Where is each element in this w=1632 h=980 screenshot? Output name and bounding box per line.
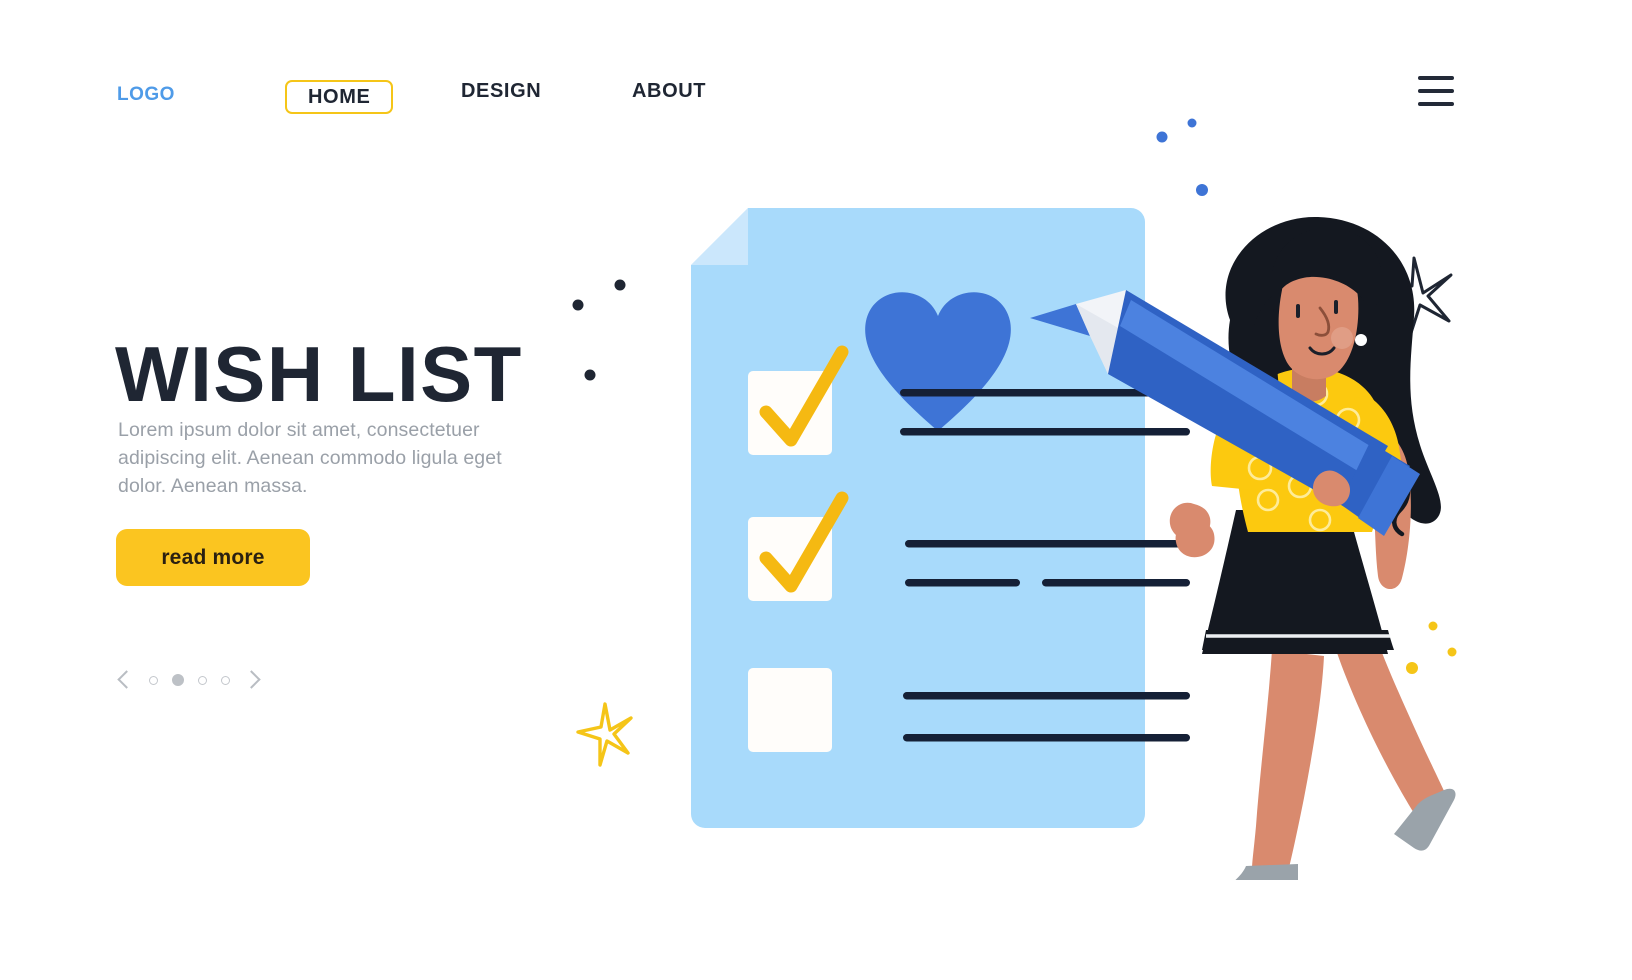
carousel-controls: [112, 662, 282, 698]
hand-left: [1169, 502, 1211, 541]
page-title: WISH LIST: [115, 330, 523, 419]
star-yellow-icon: [576, 702, 633, 767]
read-more-button[interactable]: read more: [116, 529, 310, 586]
nav-item-home[interactable]: HOME: [285, 80, 394, 114]
hero-description: Lorem ipsum dolor sit amet, consectetuer…: [118, 418, 502, 497]
carousel-dot[interactable]: [198, 675, 207, 685]
carousel-dot[interactable]: [221, 675, 230, 685]
carousel-dot-active[interactable]: [172, 674, 184, 686]
chevron-right-icon[interactable]: [241, 667, 267, 693]
woman-character: [1175, 216, 1456, 880]
chevron-left-icon[interactable]: [112, 667, 138, 693]
carousel-dots: [149, 674, 230, 686]
dots-yellow: [1406, 621, 1457, 674]
hamburger-bar: [1418, 76, 1454, 80]
dots-dark: [572, 279, 626, 381]
hero-illustration: [530, 90, 1590, 880]
carousel-dot[interactable]: [149, 675, 158, 685]
dots-blue: [1156, 118, 1208, 196]
logo[interactable]: LOGO: [117, 84, 175, 106]
